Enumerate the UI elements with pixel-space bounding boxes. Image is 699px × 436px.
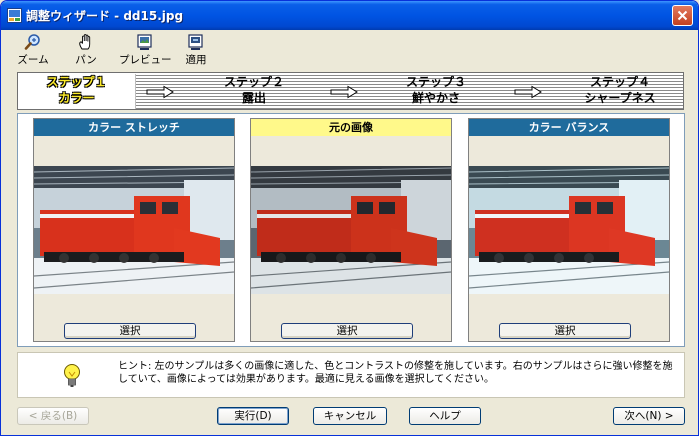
title-bar[interactable]: 調整ウィザード - dd15.jpg — [1, 1, 698, 30]
step-2-title: ステップ２ — [223, 75, 284, 89]
step-2-exposure: ステップ２ 露出 — [194, 74, 314, 109]
run-button[interactable]: 実行(D) — [217, 407, 289, 425]
step-2-name: 露出 — [241, 91, 266, 105]
step-4-title: ステップ４ — [589, 75, 650, 89]
step-arrow-icon — [514, 85, 542, 99]
card-body: 選択 — [251, 136, 451, 341]
wizard-window: 調整ウィザード - dd15.jpg ズーム パン プレビュー 適用 ステップ１… — [0, 0, 699, 436]
cancel-button[interactable]: キャンセル — [313, 407, 387, 425]
step-1-name: カラー — [58, 91, 95, 105]
back-button[interactable]: < 戻る(B) — [17, 407, 89, 425]
step-1-title: ステップ１ — [46, 75, 107, 89]
train-photo[interactable] — [34, 166, 234, 294]
pan-tool[interactable]: パン — [71, 33, 101, 67]
sample-card-original[interactable]: 元の画像 選択 — [250, 118, 452, 342]
card-header: カラー バランス — [469, 119, 669, 136]
step-3-name: 鮮やかさ — [411, 91, 460, 105]
help-button[interactable]: ヘルプ — [409, 407, 481, 425]
hint-box: ヒント: 左のサンプルは多くの画像に適した、色とコントラストの修整を施しています… — [17, 352, 685, 398]
apply-tool[interactable]: 適用 — [181, 33, 211, 67]
step-1-color: ステップ１ カラー — [18, 74, 136, 109]
select-button-color-stretch[interactable]: 選択 — [64, 323, 196, 339]
sample-panel: カラー ストレッチ 選択 元の画像 選択 カラー バランス 選択 — [17, 113, 685, 347]
close-button[interactable] — [672, 5, 693, 26]
apply-icon — [188, 34, 203, 50]
hint-text: ヒント: 左のサンプルは多くの画像に適した、色とコントラストの修整を施しています… — [118, 361, 673, 385]
preview-icon — [137, 34, 152, 50]
sample-card-color-stretch[interactable]: カラー ストレッチ 選択 — [33, 118, 235, 342]
preview-tool[interactable]: プレビュー — [119, 33, 172, 67]
toolbar: ズーム パン プレビュー 適用 — [1, 31, 698, 67]
step-progress-bar: ステップ１ カラー ステップ２ 露出 ステップ３ 鮮やかさ ステップ４ シャープ… — [17, 72, 684, 110]
zoom-tool[interactable]: ズーム — [15, 33, 51, 67]
apply-label: 適用 — [185, 54, 207, 66]
lightbulb-icon — [64, 364, 80, 387]
step-4-name: シャープネス — [584, 91, 656, 105]
sample-card-color-balance[interactable]: カラー バランス 選択 — [468, 118, 670, 342]
zoom-icon — [24, 34, 40, 50]
pan-hand-icon — [79, 34, 91, 50]
card-header: 元の画像 — [251, 119, 451, 136]
train-photo[interactable] — [251, 166, 451, 294]
preview-label: プレビュー — [119, 54, 172, 66]
card-body: 選択 — [34, 136, 234, 341]
step-3-title: ステップ３ — [405, 75, 466, 89]
train-photo[interactable] — [469, 166, 669, 294]
pan-label: パン — [75, 54, 97, 66]
select-button-color-balance[interactable]: 選択 — [499, 323, 631, 339]
card-body: 選択 — [469, 136, 669, 341]
step-3-vibrance: ステップ３ 鮮やかさ — [376, 74, 496, 109]
next-button[interactable]: 次へ(N) > — [613, 407, 685, 425]
step-arrow-icon — [330, 85, 358, 99]
step-arrow-icon — [146, 85, 174, 99]
step-4-sharpness: ステップ４ シャープネス — [558, 74, 682, 109]
select-button-original[interactable]: 選択 — [281, 323, 413, 339]
close-icon — [677, 10, 688, 21]
window-title: 調整ウィザード - dd15.jpg — [26, 9, 184, 23]
card-header: カラー ストレッチ — [34, 119, 234, 136]
zoom-label: ズーム — [17, 54, 49, 66]
app-icon — [7, 8, 22, 23]
